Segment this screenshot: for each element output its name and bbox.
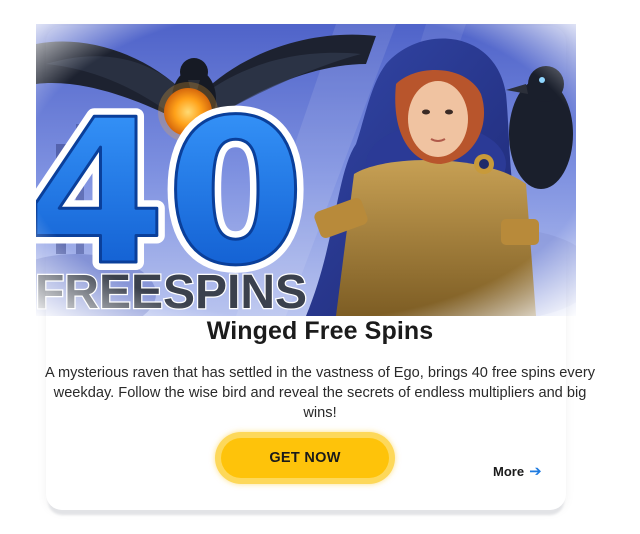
banner-illustration: 40 40 FREESPINS xyxy=(36,24,576,316)
get-now-button[interactable]: GET NOW xyxy=(215,432,395,484)
banner-subtitle: FREESPINS xyxy=(36,266,307,316)
promo-description: A mysterious raven that has settled in t… xyxy=(45,365,595,421)
arrow-right-icon: ➔ xyxy=(529,463,542,480)
promo-banner: 40 40 FREESPINS xyxy=(36,24,576,316)
more-label: More xyxy=(493,464,525,479)
more-link[interactable]: More ➔ xyxy=(493,464,542,479)
banner-headline: 40 40 FREESPINS xyxy=(36,69,313,316)
get-now-label: GET NOW xyxy=(221,438,389,478)
promo-title: Winged Free Spins xyxy=(206,317,434,345)
